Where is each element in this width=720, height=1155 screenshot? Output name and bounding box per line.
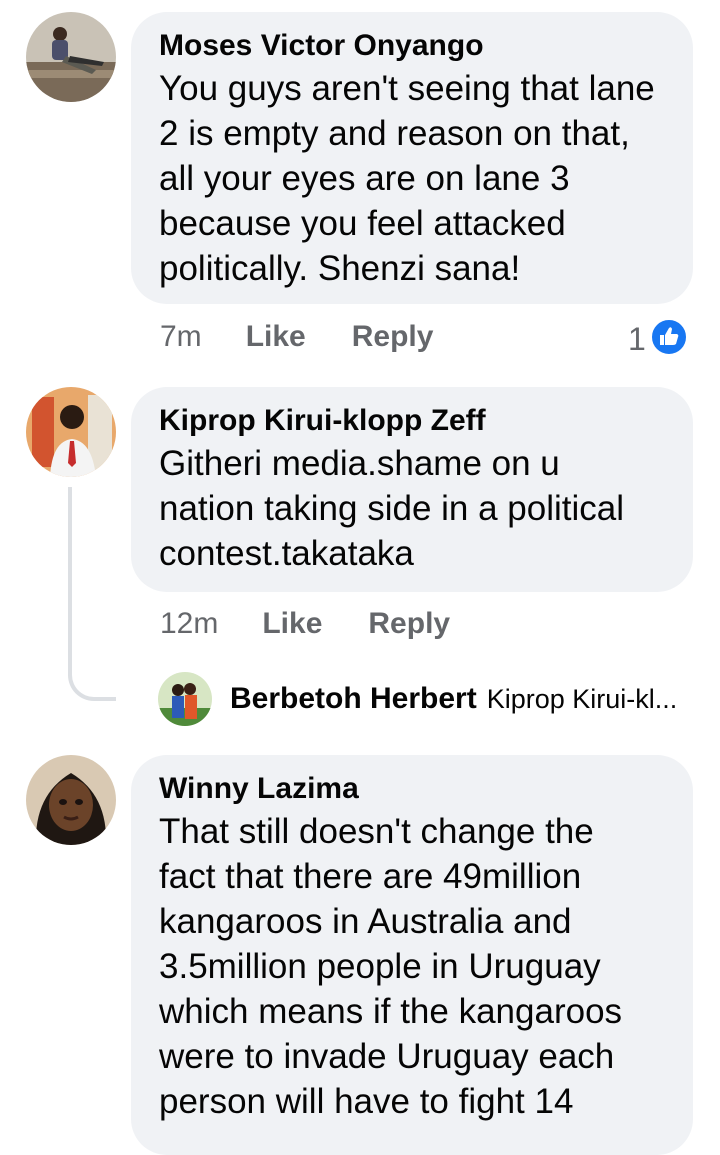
reply-author[interactable]: Berbetoh Herbert (230, 682, 477, 716)
reaction-summary[interactable]: 1 (628, 318, 688, 361)
reply-button[interactable]: Reply (352, 320, 434, 354)
reaction-count: 1 (628, 321, 646, 357)
like-reaction-icon (649, 318, 688, 361)
comment-bubble-1[interactable]: Moses Victor Onyango You guys aren't see… (131, 12, 693, 304)
comment-text: That still doesn't change the fact that … (159, 809, 667, 1124)
comment-author[interactable]: Kiprop Kirui-klopp Zeff (159, 403, 667, 439)
comment-line: 3.5million people in Uruguay (159, 947, 601, 986)
comment-line: That still doesn't change the (159, 812, 594, 851)
comment-bubble-3[interactable]: Winny Lazima That still doesn't change t… (131, 755, 693, 1155)
like-button[interactable]: Like (246, 320, 306, 354)
comment-actions-1: 7m Like Reply (160, 320, 433, 354)
comment-actions-2: 12m Like Reply (160, 607, 450, 641)
avatar-winny[interactable] (26, 755, 116, 845)
comment-text: Githeri media.shame on u nation taking s… (159, 441, 667, 576)
like-button[interactable]: Like (262, 607, 322, 641)
comment-line: which means if the kangaroos (159, 992, 623, 1031)
comment-line: politically. Shenzi sana! (159, 249, 521, 288)
comment-line: nation taking side in a political (159, 489, 625, 528)
comment-author[interactable]: Winny Lazima (159, 771, 667, 807)
comment-time: 12m (160, 607, 219, 640)
comment-line: fact that there are 49million (159, 857, 582, 896)
avatar-moses[interactable] (26, 12, 116, 102)
comment-line: were to invade Uruguay each (159, 1037, 615, 1076)
comment-bubble-2[interactable]: Kiprop Kirui-klopp Zeff Githeri media.sh… (131, 387, 693, 592)
comment-line: kangaroos in Australia and (159, 902, 572, 941)
avatar-berbetoh[interactable] (158, 672, 212, 726)
comment-text: You guys aren't seeing that lane 2 is em… (159, 66, 667, 291)
reply-snippet: Kiprop Kirui-kl... (486, 683, 678, 714)
avatar-kiprop[interactable] (26, 387, 116, 477)
comment-line: person will have to fight 14 (159, 1082, 574, 1121)
comment-line: Githeri media.shame on u (159, 444, 560, 483)
comment-line: contest.takataka (159, 534, 414, 573)
comment-line: You guys aren't seeing that lane (159, 69, 655, 108)
reply-preview[interactable]: Berbetoh Herbert Kiprop Kirui-kl... (158, 672, 677, 726)
reply-thread-line (68, 487, 116, 701)
comment-line: 2 is empty and reason on that, (159, 114, 630, 153)
comment-line: because you feel attacked (159, 204, 566, 243)
comment-time: 7m (160, 320, 202, 353)
reply-button[interactable]: Reply (368, 607, 450, 641)
comment-author[interactable]: Moses Victor Onyango (159, 28, 667, 64)
comment-line: all your eyes are on lane 3 (159, 159, 570, 198)
